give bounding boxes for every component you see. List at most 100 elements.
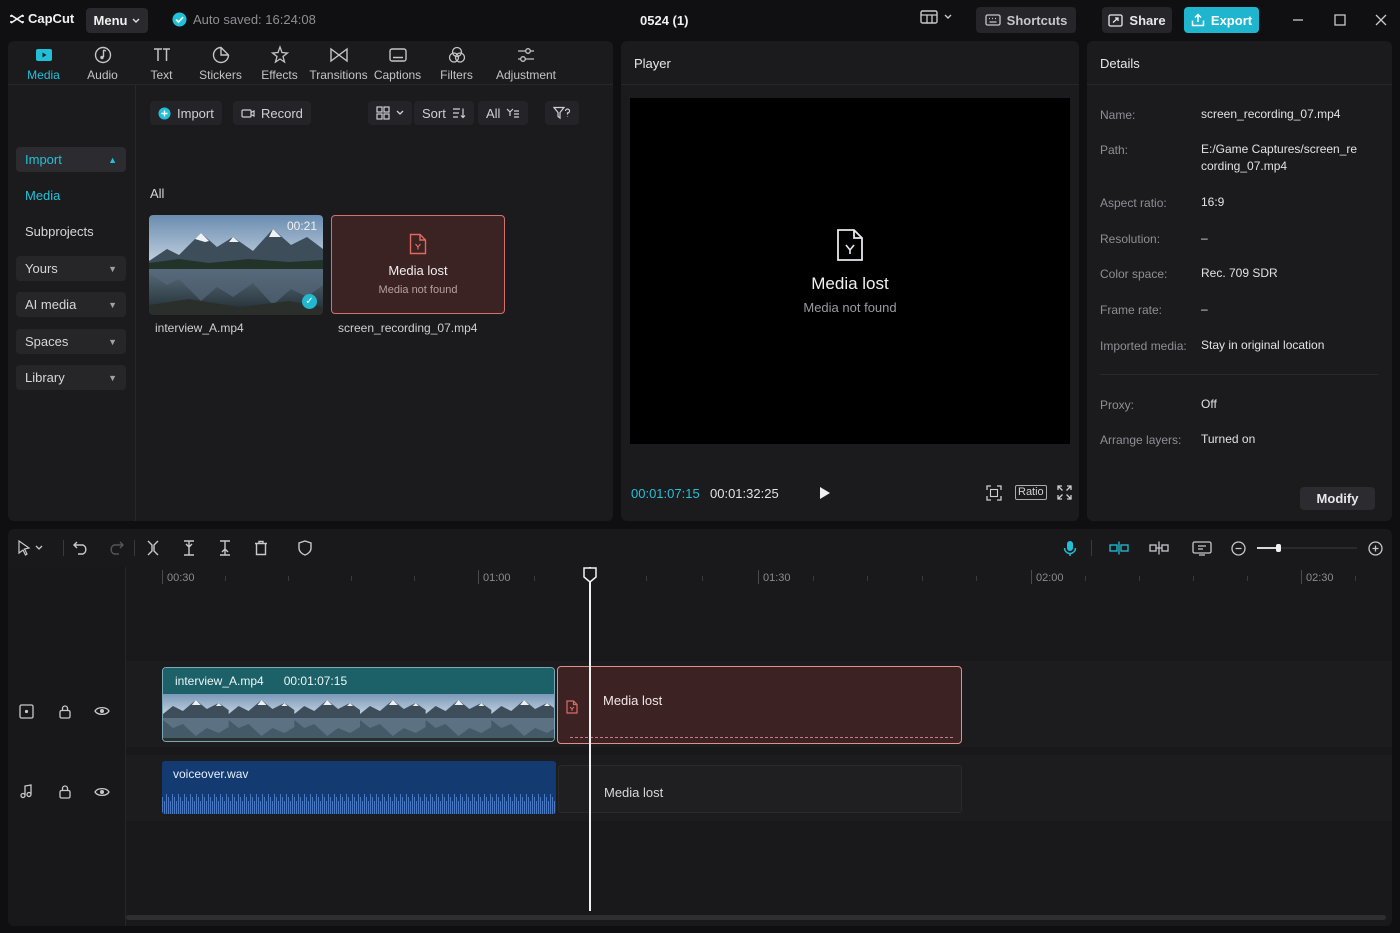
sidebar-item-import[interactable]: Import ▲ [16, 147, 126, 172]
detail-label: Aspect ratio: [1100, 196, 1167, 210]
select-tool-button[interactable] [16, 539, 46, 557]
feature-tabs: Media Audio Text Stickers Effects Transi… [8, 41, 613, 85]
media-library: Import Record Sort All All 00:21 ✓ inter… [136, 85, 613, 521]
tab-media[interactable]: Media [14, 41, 73, 85]
export-button[interactable]: Export [1184, 7, 1259, 33]
ruler-tick [1031, 570, 1032, 584]
timeline-ruler[interactable]: 00:30 01:00 01:30 02:00 02:30 [126, 567, 1392, 587]
undo-button[interactable] [72, 539, 90, 557]
ruler-minor-tick [702, 576, 703, 581]
clip-duration: 00:01:07:15 [283, 674, 348, 688]
check-circle-icon [172, 12, 187, 27]
toolbar-divider [134, 540, 135, 556]
stickers-icon [212, 46, 229, 63]
details-title: Details [1100, 56, 1140, 71]
media-thumbnail-interview[interactable]: 00:21 ✓ [149, 215, 323, 315]
ruler-tick [758, 570, 759, 584]
view-mode-button[interactable] [368, 101, 412, 125]
delete-right-button[interactable] [216, 539, 234, 557]
sidebar-item-spaces[interactable]: Spaces ▼ [16, 329, 126, 354]
timeline-horizontal-scrollbar[interactable] [126, 915, 1386, 920]
play-button[interactable] [819, 486, 831, 500]
player-viewer[interactable]: Media lost Media not found [630, 98, 1070, 444]
chevron-down-icon [944, 14, 952, 19]
media-item-name: screen_recording_07.mp4 [338, 321, 478, 335]
playhead[interactable] [589, 567, 591, 911]
tab-label: Filters [440, 67, 473, 82]
close-button[interactable] [1373, 12, 1389, 28]
tab-transitions[interactable]: Transitions [309, 41, 368, 85]
link-clips-button[interactable] [1108, 539, 1130, 557]
video-clip-interview[interactable]: interview_A.mp4 00:01:07:15 [162, 667, 555, 742]
captions-icon [388, 47, 407, 62]
trash-icon [255, 540, 267, 556]
audio-track-visibility-button[interactable] [94, 786, 110, 802]
video-clip-lost[interactable]: Media lost [557, 666, 962, 744]
import-button[interactable]: Import [150, 101, 222, 125]
clip-frames-image [163, 694, 554, 741]
fit-button[interactable] [986, 485, 1002, 501]
lost-audio-label: Media lost [604, 785, 664, 800]
record-button[interactable]: Record [233, 101, 311, 125]
fullscreen-button[interactable] [1057, 485, 1072, 500]
video-track-visibility-button[interactable] [94, 705, 110, 721]
tab-captions[interactable]: Captions [368, 41, 427, 85]
zoom-slider[interactable] [1257, 544, 1357, 552]
ratio-button[interactable]: Ratio [1015, 485, 1047, 500]
detail-value-aspect: 16:9 [1201, 195, 1225, 209]
sidebar-item-label: Import [25, 152, 62, 167]
delete-button[interactable] [252, 539, 270, 557]
menu-button[interactable]: Menu [86, 8, 148, 33]
ruler-tick [478, 570, 479, 584]
sidebar-item-ai-media[interactable]: AI media ▼ [16, 292, 126, 317]
sidebar-item-label: Yours [25, 261, 58, 276]
tab-text[interactable]: Text [132, 41, 191, 85]
tab-stickers[interactable]: Stickers [191, 41, 250, 85]
playhead-handle-icon[interactable] [583, 567, 597, 583]
mark-button[interactable] [296, 539, 314, 557]
transitions-icon [329, 47, 348, 62]
sidebar-item-media[interactable]: Media [16, 183, 126, 208]
detail-value-arrange-layers: Turned on [1201, 432, 1256, 446]
zoom-in-button[interactable] [1366, 539, 1384, 557]
split-button[interactable] [144, 539, 162, 557]
filter-button[interactable] [545, 101, 579, 125]
preview-axis-button[interactable] [1191, 539, 1213, 557]
app-name: CapCut [28, 11, 75, 26]
redo-button[interactable] [107, 539, 125, 557]
sidebar-item-label: AI media [25, 297, 77, 312]
maximize-button[interactable] [1332, 12, 1348, 28]
video-track-lock-button[interactable] [58, 704, 74, 720]
tab-adjustment[interactable]: Adjustment [486, 41, 566, 85]
shortcuts-button[interactable]: Shortcuts [976, 7, 1076, 33]
tab-effects[interactable]: Effects [250, 41, 309, 85]
audio-clip-voiceover[interactable]: voiceover.wav [162, 761, 556, 814]
modify-button[interactable]: Modify [1300, 487, 1375, 510]
toolbar-divider [1091, 540, 1092, 556]
zoom-out-button[interactable] [1229, 539, 1247, 557]
sidebar-item-subprojects[interactable]: Subprojects [16, 219, 126, 244]
sort-button[interactable]: Sort [414, 101, 474, 125]
filter-all-button[interactable]: All [478, 101, 529, 125]
record-voice-button[interactable] [1061, 539, 1079, 557]
filter-label: All [486, 105, 501, 121]
tab-audio[interactable]: Audio [73, 41, 132, 85]
trim-right-icon [220, 540, 230, 556]
export-icon [1191, 13, 1205, 27]
audio-waveform-image [162, 789, 556, 814]
audio-clip-lost[interactable]: Media lost [558, 765, 962, 813]
media-thumbnail-lost[interactable]: Media lost Media not found [331, 215, 505, 314]
microphone-icon [1063, 540, 1077, 556]
sidebar-item-yours[interactable]: Yours ▼ [16, 256, 126, 281]
sidebar-item-library[interactable]: Library ▼ [16, 365, 126, 390]
minimize-button[interactable] [1290, 12, 1306, 28]
delete-left-button[interactable] [180, 539, 198, 557]
auto-snap-button[interactable] [1148, 539, 1170, 557]
layout-button[interactable] [920, 10, 952, 24]
audio-track-lock-button[interactable] [58, 784, 74, 800]
share-button[interactable]: Share [1102, 7, 1172, 33]
tab-filters[interactable]: Filters [427, 41, 486, 85]
chevron-down-icon [396, 110, 404, 115]
video-track-cover-button[interactable] [19, 704, 35, 720]
ruler-minor-tick [1193, 576, 1194, 581]
